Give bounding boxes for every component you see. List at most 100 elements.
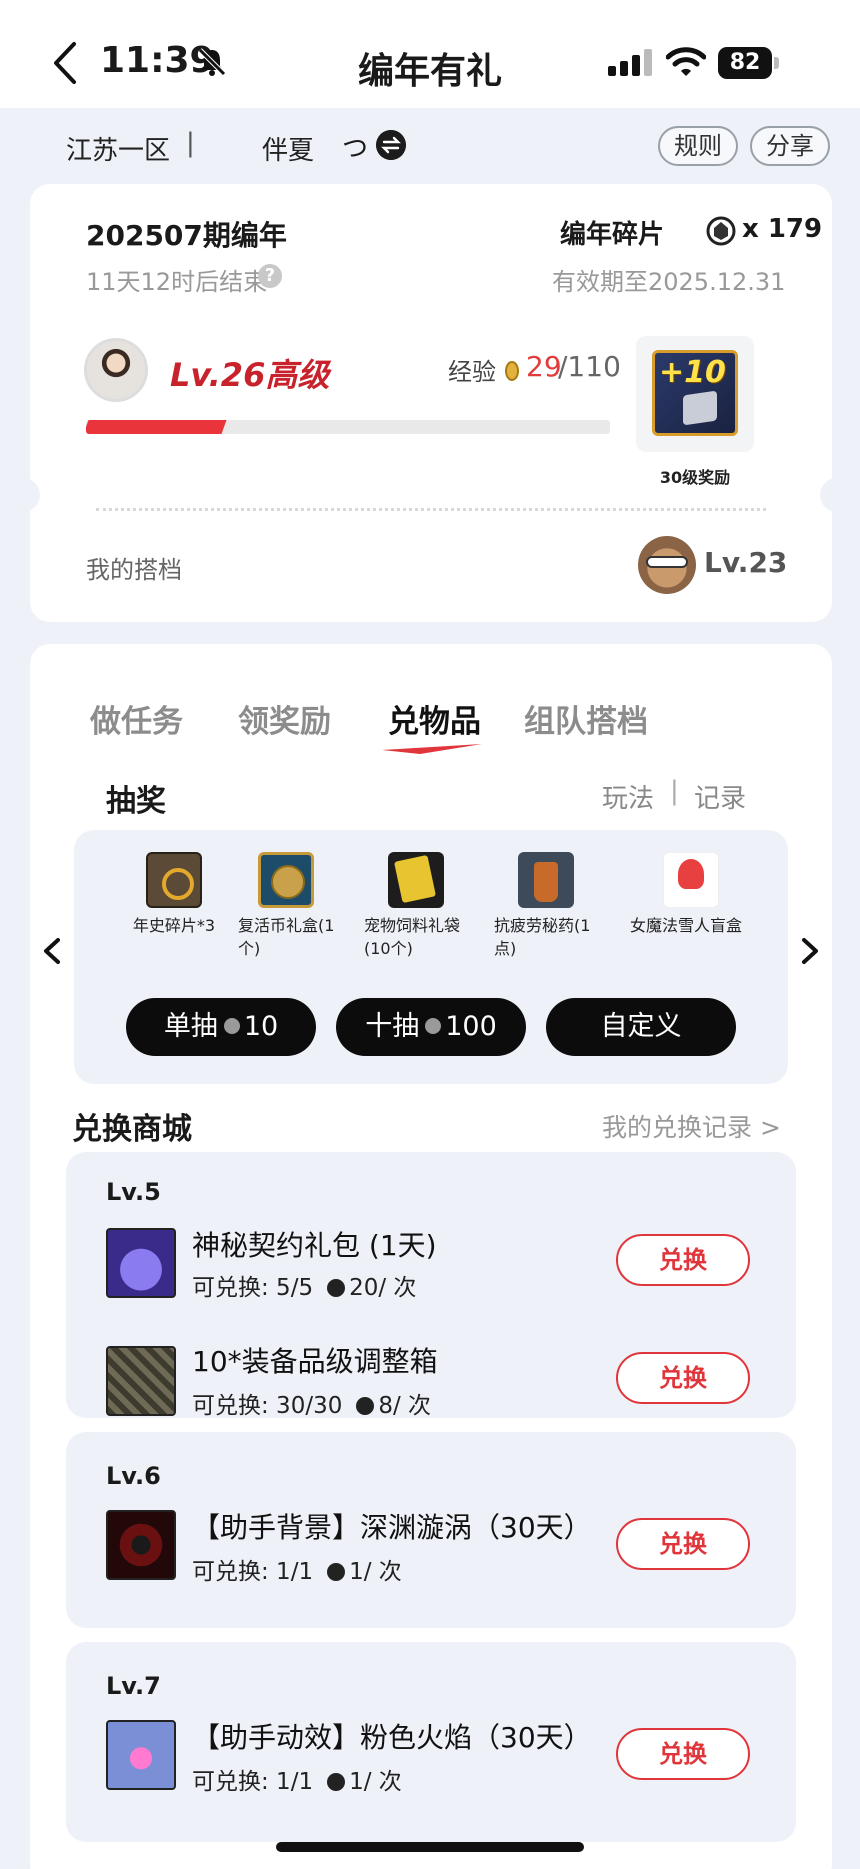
token-icon	[327, 1563, 346, 1581]
snowman-blind-box-icon	[663, 852, 719, 908]
prize-name: 女魔法雪人盲盒	[630, 916, 743, 935]
server-name[interactable]: 江苏一区	[66, 130, 170, 167]
period-title: 202507期编年	[86, 219, 287, 252]
group-level: Lv.7	[106, 1672, 161, 1700]
player-level: Lv.26高级	[170, 356, 330, 394]
prize-item[interactable]: 年史碎片*3	[104, 852, 244, 937]
nav-bar: 11:39 编年有礼 82	[0, 0, 860, 108]
role-name[interactable]: 伴夏	[262, 130, 314, 167]
cellular-signal-icon	[608, 49, 652, 76]
battery-level: 82	[718, 47, 772, 79]
revive-coin-box-icon	[258, 852, 314, 908]
valid-until: 有效期至2025.12.31	[552, 268, 786, 296]
group-level: Lv.5	[106, 1178, 161, 1206]
token-icon	[327, 1279, 346, 1297]
pet-feed-bag-icon	[388, 852, 444, 908]
item-name: 【助手背景】深渊漩涡（30天）	[192, 1511, 592, 1544]
item-cost: 20/ 次	[349, 1275, 417, 1301]
share-button[interactable]: 分享	[750, 126, 830, 166]
mystery-contract-pack-icon	[106, 1228, 176, 1298]
link-separator: |	[670, 776, 679, 806]
fatigue-potion-icon	[518, 852, 574, 908]
custom-draw-button[interactable]: 自定义	[546, 998, 736, 1056]
home-indicator[interactable]	[276, 1842, 584, 1852]
partner-avatar[interactable]	[638, 536, 696, 594]
prize-item[interactable]: 复活币礼盒(1个)	[232, 852, 340, 960]
tab-exchange[interactable]: 兑物品	[388, 696, 481, 741]
level-reward-label: 30级奖励	[659, 468, 731, 487]
item-limit: 可兑换: 1/1	[192, 1769, 314, 1795]
season-summary-card: 202507期编年 11天12时后结束 ? 编年碎片 x 179 有效期至202…	[30, 184, 832, 622]
gameplay-link[interactable]: 玩法	[602, 778, 654, 815]
chronicle-fragment-icon	[146, 852, 202, 908]
server-row: 江苏一区 | 伴夏 つ 规则 分享	[0, 108, 860, 184]
prize-item[interactable]: 宠物饲料礼袋(10个)	[358, 852, 474, 960]
exp-coin-icon	[505, 361, 519, 381]
exp-current: 29	[526, 350, 562, 383]
reward-item-icon: +10	[652, 350, 738, 436]
battery-icon: 82	[718, 47, 780, 79]
shop-level-group: Lv.7 【助手动效】粉色火焰（30天） 可兑换: 1/1 1/ 次 兑换	[66, 1642, 796, 1842]
tab-tasks[interactable]: 做任务	[90, 696, 183, 741]
pink-flame-effect-icon	[106, 1720, 176, 1790]
item-name: 10*装备品级调整箱	[192, 1345, 438, 1378]
item-limit: 可兑换: 5/5	[192, 1275, 314, 1301]
exp-max: /110	[558, 350, 621, 383]
ten-draw-cost: 100	[445, 1011, 497, 1042]
item-meta: 可兑换: 1/1 1/ 次	[192, 1762, 402, 1796]
group-level: Lv.6	[106, 1462, 161, 1490]
token-icon	[223, 1018, 240, 1034]
item-name: 【助手动效】粉色火焰（30天）	[192, 1721, 592, 1754]
item-name: 神秘契约礼包 (1天)	[192, 1229, 437, 1262]
rules-button[interactable]: 规则	[658, 126, 738, 166]
redeem-button[interactable]: 兑换	[616, 1728, 750, 1780]
lottery-title: 抽奖	[106, 784, 166, 819]
redeem-button[interactable]: 兑换	[616, 1234, 750, 1286]
redeem-button[interactable]: 兑换	[616, 1518, 750, 1570]
tab-team[interactable]: 组队搭档	[524, 696, 648, 741]
item-cost: 1/ 次	[349, 1559, 402, 1585]
token-icon	[425, 1018, 442, 1034]
countdown-text: 11天12时后结束	[86, 268, 268, 296]
item-meta: 可兑换: 30/30 8/ 次	[192, 1386, 431, 1420]
fragment-token-icon	[706, 216, 736, 246]
wifi-icon	[666, 47, 706, 76]
chevron-left-icon[interactable]	[40, 936, 64, 966]
token-icon	[356, 1397, 375, 1415]
item-cost: 1/ 次	[349, 1769, 402, 1795]
switch-role-icon[interactable]	[376, 130, 406, 160]
equipment-adjust-box-icon	[106, 1346, 176, 1416]
single-draw-button[interactable]: 单抽 10	[126, 998, 316, 1056]
single-draw-label: 单抽	[163, 1011, 218, 1042]
back-arrow-icon[interactable]	[48, 40, 82, 86]
token-icon	[327, 1773, 346, 1791]
item-meta: 可兑换: 1/1 1/ 次	[192, 1552, 402, 1586]
exp-label: 经验	[448, 358, 496, 386]
shop-level-group: Lv.5 神秘契约礼包 (1天) 可兑换: 5/5 20/ 次 兑换 10*装备品…	[66, 1152, 796, 1420]
item-limit: 可兑换: 30/30	[192, 1393, 343, 1419]
chevron-right-icon[interactable]	[798, 936, 822, 966]
abyss-vortex-background-icon	[106, 1510, 176, 1580]
active-tab-indicator	[382, 744, 482, 754]
exchange-history-link[interactable]: 我的兑换记录 >	[602, 1108, 781, 1144]
player-avatar	[84, 338, 148, 402]
prize-name: 宠物饲料礼袋(10个)	[364, 916, 461, 958]
ten-draw-button[interactable]: 十抽 100	[336, 998, 526, 1056]
prize-name: 复活币礼盒(1个)	[238, 916, 335, 958]
item-limit: 可兑换: 1/1	[192, 1559, 314, 1585]
role-symbol: つ	[342, 134, 369, 164]
prize-item[interactable]: 抗疲劳秘药(1点)	[488, 852, 604, 960]
tab-rewards[interactable]: 领奖励	[238, 696, 331, 741]
prize-item[interactable]: 女魔法雪人盲盒	[624, 852, 758, 937]
help-icon[interactable]: ?	[258, 264, 282, 288]
prize-name: 年史碎片*3	[132, 916, 216, 935]
bell-muted-icon	[198, 48, 226, 76]
record-link[interactable]: 记录	[694, 778, 746, 815]
redeem-button[interactable]: 兑换	[616, 1352, 750, 1404]
partner-level: Lv.23	[704, 546, 788, 579]
prize-name: 抗疲劳秘药(1点)	[494, 916, 591, 958]
server-separator: |	[186, 128, 195, 158]
partner-label: 我的搭档	[86, 556, 182, 584]
item-cost: 8/ 次	[378, 1393, 432, 1419]
level-reward-box[interactable]: +10	[636, 336, 754, 452]
